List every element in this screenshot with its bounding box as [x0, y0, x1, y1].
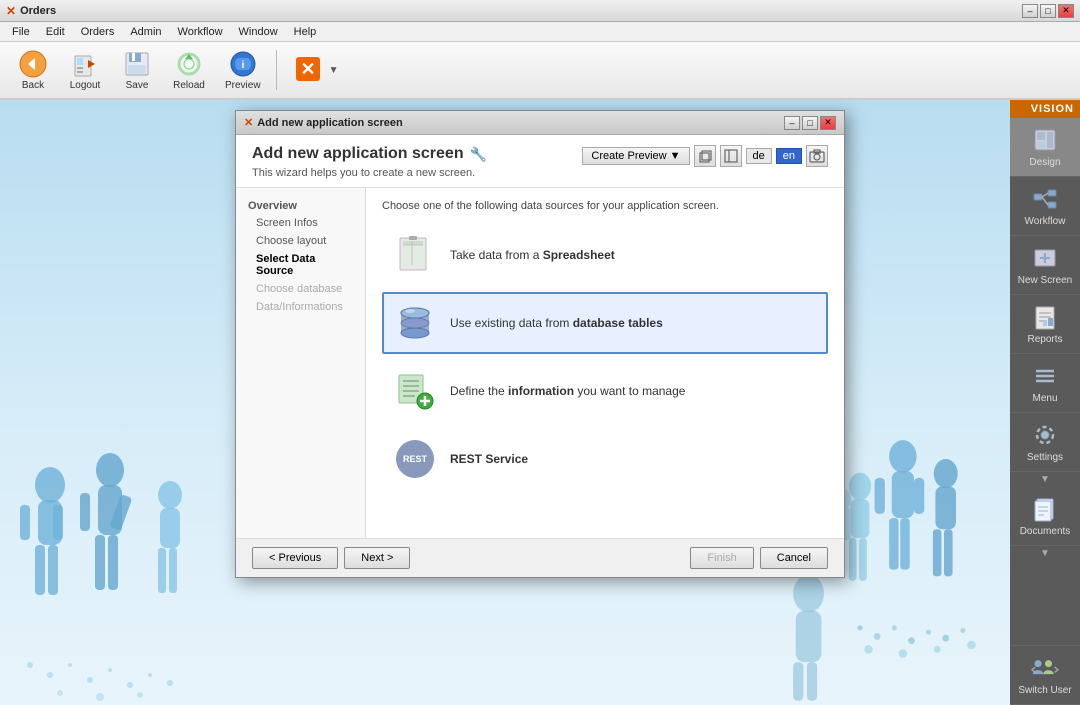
preview-button[interactable]: i Preview: [216, 45, 270, 96]
dialog-content: Choose one of the following data sources…: [366, 188, 844, 538]
close-button[interactable]: ✕: [1058, 4, 1074, 18]
window-controls: – □ ✕: [1022, 4, 1074, 18]
reload-label: Reload: [173, 80, 205, 91]
maximize-button[interactable]: □: [1040, 4, 1056, 18]
preview-icon: i: [229, 50, 257, 78]
finish-button[interactable]: Finish: [690, 547, 753, 569]
window-titlebar: ✕ Orders – □ ✕: [0, 0, 1080, 22]
dialog-titlebar: ✕ Add new application screen – □ ✕: [236, 111, 844, 135]
custom-option[interactable]: Define the information you want to manag…: [382, 360, 828, 422]
nav-screen-infos[interactable]: Screen Infos: [236, 214, 365, 232]
back-button[interactable]: Back: [8, 45, 58, 96]
reload-button[interactable]: Reload: [164, 45, 214, 96]
nav-section-overview: Overview: [236, 196, 365, 214]
rest-option-text: REST Service: [450, 452, 528, 466]
window-icon: ✕: [6, 4, 16, 18]
logout-icon: [71, 50, 99, 78]
main-area: ✕ Add new application screen – □ ✕ Add n…: [0, 100, 1080, 705]
toolbar: Back Logout Save: [0, 42, 1080, 100]
dropdown-arrow-icon: ▼: [670, 150, 681, 162]
wizard-nav: Overview Screen Infos Choose layout Sele…: [236, 188, 366, 538]
dialog-window-controls: – □ ✕: [784, 116, 836, 130]
screenshot-button[interactable]: [806, 145, 828, 167]
dialog-restore-button[interactable]: □: [802, 116, 818, 130]
view-button[interactable]: [720, 145, 742, 167]
spreadsheet-option[interactable]: Take data from a Spreadsheet: [382, 224, 828, 286]
dialog-titlebar-icon: ✕: [244, 116, 253, 129]
menu-window[interactable]: Window: [231, 24, 286, 40]
spreadsheet-option-text: Take data from a Spreadsheet: [450, 248, 615, 262]
wrench-icon: 🔧: [470, 146, 487, 163]
back-icon: [19, 50, 47, 78]
save-label: Save: [126, 80, 149, 91]
svg-text:i: i: [241, 60, 244, 71]
dialog-footer: < Previous Next > Finish Cancel: [236, 538, 844, 577]
extra-button[interactable]: ✕: [283, 50, 333, 90]
add-screen-dialog: ✕ Add new application screen – □ ✕ Add n…: [235, 110, 845, 578]
toolbar-separator: [276, 50, 277, 90]
svg-text:✕: ✕: [300, 59, 315, 79]
logout-button[interactable]: Logout: [60, 45, 110, 96]
nav-choose-layout[interactable]: Choose layout: [236, 232, 365, 250]
database-option[interactable]: Use existing data from database tables: [382, 292, 828, 354]
extra-icon: ✕: [294, 55, 322, 83]
cancel-button[interactable]: Cancel: [760, 547, 828, 569]
minimize-button[interactable]: –: [1022, 4, 1038, 18]
dropdown-arrow[interactable]: ▼: [329, 65, 339, 76]
window-title: Orders: [20, 5, 1022, 17]
menu-file[interactable]: File: [4, 24, 38, 40]
logout-label: Logout: [70, 80, 101, 91]
custom-icon: [394, 370, 436, 412]
content-instruction: Choose one of the following data sources…: [382, 200, 828, 212]
dialog-overlay: ✕ Add new application screen – □ ✕ Add n…: [0, 100, 1080, 705]
copy-button[interactable]: [694, 145, 716, 167]
nav-choose-database: Choose database: [236, 280, 365, 298]
spreadsheet-icon: [394, 234, 436, 276]
next-button[interactable]: Next >: [344, 547, 410, 569]
menu-workflow[interactable]: Workflow: [170, 24, 231, 40]
save-icon: [123, 50, 151, 78]
header-actions: Create Preview ▼ de en: [582, 145, 828, 167]
previous-button[interactable]: < Previous: [252, 547, 338, 569]
nav-select-data-source[interactable]: Select Data Source: [236, 250, 365, 280]
database-icon: [394, 302, 436, 344]
reload-icon: [175, 50, 203, 78]
menu-admin[interactable]: Admin: [122, 24, 169, 40]
database-option-text: Use existing data from database tables: [450, 316, 663, 330]
menu-bar: File Edit Orders Admin Workflow Window H…: [0, 22, 1080, 42]
custom-option-text: Define the information you want to manag…: [450, 384, 685, 398]
footer-action-buttons: Finish Cancel: [690, 547, 828, 569]
lang-de-button[interactable]: de: [746, 148, 772, 164]
create-preview-button[interactable]: Create Preview ▼: [582, 147, 689, 165]
lang-en-button[interactable]: en: [776, 148, 802, 164]
dialog-minimize-button[interactable]: –: [784, 116, 800, 130]
dialog-close-button[interactable]: ✕: [820, 116, 836, 130]
rest-option[interactable]: REST REST Service: [382, 428, 828, 490]
footer-nav-buttons: < Previous Next >: [252, 547, 410, 569]
rest-icon: REST: [394, 438, 436, 480]
nav-data-informations: Data/Informations: [236, 298, 365, 316]
menu-edit[interactable]: Edit: [38, 24, 73, 40]
save-button[interactable]: Save: [112, 45, 162, 96]
dialog-body: Overview Screen Infos Choose layout Sele…: [236, 188, 844, 538]
menu-help[interactable]: Help: [286, 24, 325, 40]
dialog-main-title: Add new application screen 🔧: [252, 145, 487, 163]
dialog-titlebar-text: Add new application screen: [257, 117, 784, 129]
menu-orders[interactable]: Orders: [73, 24, 123, 40]
dialog-header: Add new application screen 🔧 This wizard…: [236, 135, 844, 188]
preview-label: Preview: [225, 80, 261, 91]
back-label: Back: [22, 80, 44, 91]
dialog-subtitle: This wizard helps you to create a new sc…: [252, 167, 487, 179]
